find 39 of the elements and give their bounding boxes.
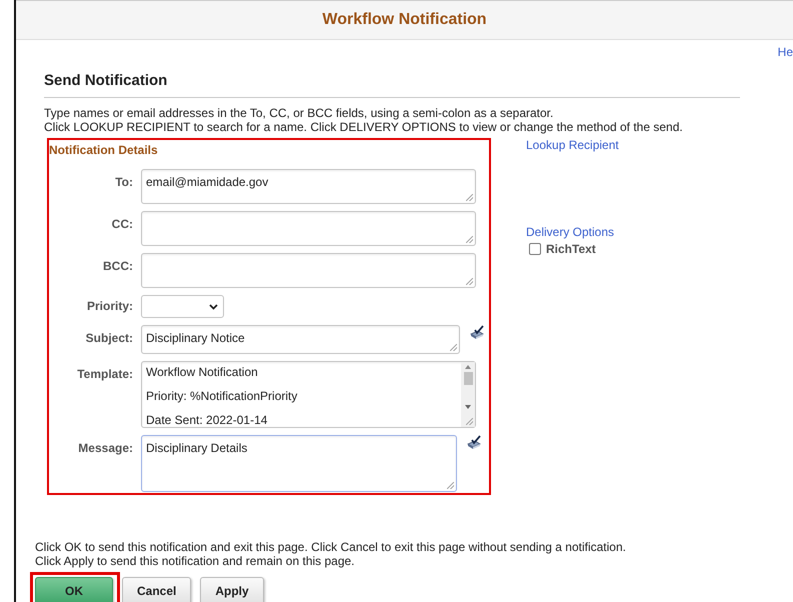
scroll-up-icon[interactable]: [465, 365, 471, 369]
action-button[interactable]: OK: [35, 577, 113, 602]
field-label: Message:: [77, 440, 133, 455]
delivery-link[interactable]: Delivery Options: [526, 225, 619, 239]
template-line: Priority: %NotificationPriority: [146, 389, 298, 403]
instruction-text: Click LOOKUP RECIPIENT to search for a name. Click DELIVERY OPTIONS to view or change the method of the send.: [44, 120, 684, 134]
field-label: CC:: [110, 216, 133, 231]
instruction-text: Type names or email addresses in the To, CC, or BCC fields, using a semi-colon as a separator.: [44, 106, 554, 120]
action-button[interactable]: Apply: [200, 577, 264, 602]
field-label: Subject:: [84, 330, 133, 345]
template-line: Date Sent: 2022-01-14: [146, 413, 268, 427]
instruction-text: Click Apply to send this notification and remain on this page.: [35, 554, 356, 568]
message-field[interactable]: Disciplinary Details: [141, 435, 457, 492]
address-field[interactable]: [141, 211, 476, 246]
field-label: Template:: [76, 366, 133, 381]
window-title: Workflow Notification: [322, 11, 487, 29]
spellcheck-icon[interactable]: [466, 435, 482, 451]
field-label: BCC:: [102, 258, 133, 273]
lookup-link[interactable]: Lookup Recipient: [526, 138, 619, 152]
field-label: To:: [114, 174, 133, 189]
priority-dropdown[interactable]: [141, 295, 224, 318]
scrollbar[interactable]: [461, 362, 475, 427]
subject-field[interactable]: Disciplinary Notice: [141, 325, 460, 354]
checkbox-label: RichText: [546, 242, 596, 256]
help-link[interactable]: He: [778, 45, 793, 60]
section-title: Notification Details: [49, 143, 159, 157]
page-heading: Send Notification: [44, 72, 168, 91]
template-field[interactable]: Workflow Notification Priority: %NotificationPriority Date Sent: 2022-01-14: [141, 361, 476, 428]
template-line: Workflow Notification: [146, 365, 259, 379]
address-field[interactable]: [141, 253, 476, 288]
spellcheck-icon[interactable]: [469, 325, 485, 341]
field-label: Priority:: [86, 298, 133, 313]
instruction-text: Click OK to send this notification and exit this page. Click Cancel to exit this page without sending a notification.: [35, 540, 627, 554]
scrollbar-thumb[interactable]: [464, 372, 472, 385]
address-field[interactable]: email@miamidade.gov: [141, 169, 476, 204]
checkbox[interactable]: [529, 243, 541, 255]
scroll-down-icon[interactable]: [465, 405, 471, 409]
chevron-icon: [209, 304, 218, 310]
action-button[interactable]: Cancel: [122, 577, 192, 602]
